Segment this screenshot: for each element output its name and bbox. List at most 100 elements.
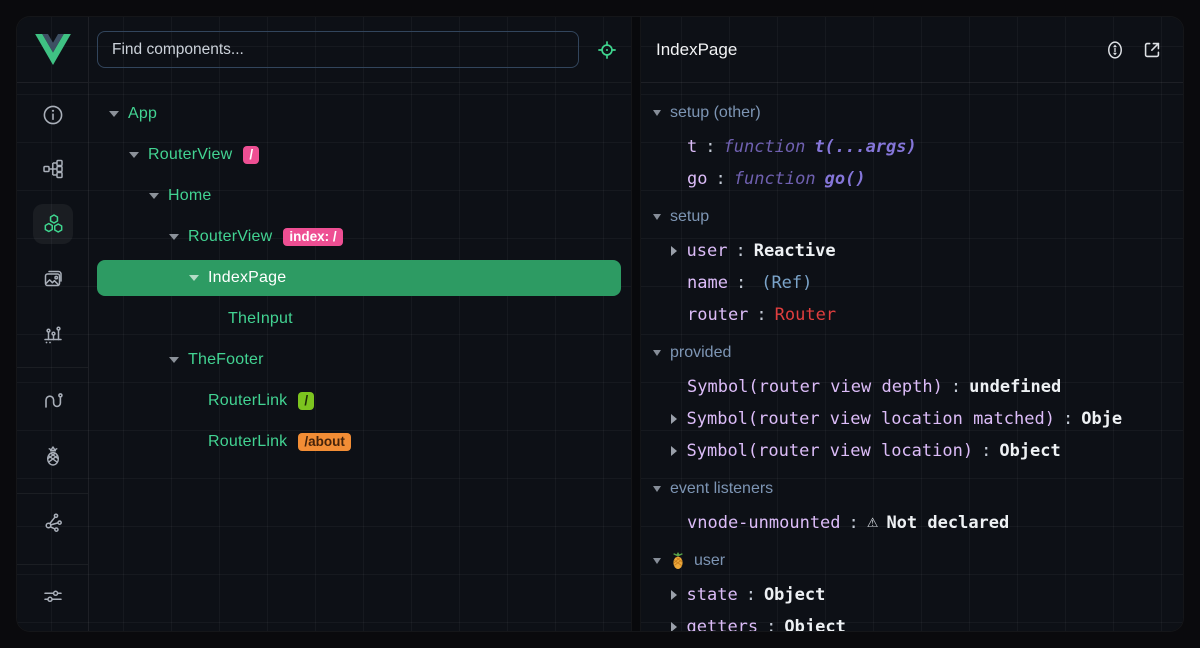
sidebar-item-info[interactable] [41, 103, 65, 127]
sidebar-item-components[interactable] [33, 204, 73, 244]
components-header [89, 17, 631, 83]
collapse-arrow-icon[interactable] [169, 234, 179, 240]
inspector-state: setup (other) t : function t(...args) go… [641, 83, 1183, 631]
collapse-arrow-icon[interactable] [653, 214, 661, 220]
prop-row-go[interactable]: go : function go() [641, 163, 1183, 195]
expand-arrow-icon[interactable] [671, 446, 677, 456]
collapse-arrow-icon[interactable] [169, 357, 179, 363]
sidebar-item-settings[interactable] [41, 584, 65, 608]
collapse-arrow-icon[interactable] [109, 111, 119, 117]
prop-key: vnode-unmounted [687, 513, 841, 533]
section-provided: provided Symbol(router view depth) : und… [641, 335, 1183, 467]
components-panel: App RouterView / Home RouterView index: … [89, 17, 631, 631]
prop-row-router-view-location[interactable]: Symbol(router view location) : Object [641, 435, 1183, 467]
sidebar-item-assets[interactable] [41, 267, 65, 291]
warning-icon: ⚠ [867, 516, 879, 531]
locate-component-button[interactable] [596, 39, 618, 61]
assets-icon [41, 267, 65, 291]
collapse-arrow-icon[interactable] [189, 275, 199, 281]
prop-key: router [687, 305, 748, 325]
tree-row-home[interactable]: Home [97, 178, 621, 214]
target-icon [596, 39, 618, 61]
panel-divider[interactable] [631, 17, 641, 631]
open-in-editor-button[interactable] [1141, 39, 1163, 61]
prop-row-router[interactable]: router : Router [641, 299, 1183, 331]
collapse-arrow-icon[interactable] [653, 110, 661, 116]
colon: : [746, 585, 756, 605]
expand-arrow-icon[interactable] [671, 246, 677, 256]
router-icon [41, 389, 65, 413]
sidebar [17, 17, 89, 631]
prop-value: (Ref) [761, 273, 812, 293]
info-icon [41, 103, 65, 127]
vue-logo [35, 34, 71, 65]
sidebar-item-inspector-timeline[interactable] [41, 322, 65, 346]
tree-row-indexpage-selected[interactable]: IndexPage [97, 260, 621, 296]
sidebar-item-router[interactable] [41, 389, 65, 413]
prop-row-t[interactable]: t : function t(...args) [641, 131, 1183, 163]
settings-icon [41, 584, 65, 608]
pineapple-icon [670, 552, 686, 570]
section-header[interactable]: setup (other) [641, 95, 1183, 131]
prop-key: name [687, 273, 728, 293]
prop-key: getters [687, 617, 759, 631]
prop-row-name[interactable]: name : (Ref) [641, 267, 1183, 299]
section-header[interactable]: user [641, 543, 1183, 579]
collapse-arrow-icon[interactable] [653, 486, 661, 492]
colon: : [715, 169, 725, 189]
scroll-to-component-icon [1104, 39, 1126, 61]
tree-row-routerlink-about[interactable]: RouterLink /about [97, 424, 621, 460]
expand-arrow-icon[interactable] [671, 414, 677, 424]
tree-row-theinput[interactable]: TheInput [97, 301, 621, 337]
sidebar-divider [17, 564, 88, 565]
scroll-to-component-button[interactable] [1104, 39, 1126, 61]
colon: : [756, 305, 766, 325]
component-name: App [128, 105, 157, 123]
pinia-icon [41, 444, 65, 468]
section-event-listeners: event listeners vnode-unmounted : ⚠ Not … [641, 471, 1183, 539]
collapse-arrow-icon[interactable] [129, 152, 139, 158]
sidebar-item-component-hierarchy[interactable] [41, 157, 65, 181]
tree-row-routerview[interactable]: RouterView / [97, 137, 621, 173]
colon: : [736, 273, 746, 293]
prop-row-user[interactable]: user : Reactive [641, 235, 1183, 267]
section-label: user [694, 552, 725, 570]
prop-row-router-view-location-matched[interactable]: Symbol(router view location matched) : O… [641, 403, 1183, 435]
sidebar-item-graph[interactable] [41, 510, 65, 534]
prop-key: Symbol(router view location matched) [687, 409, 1055, 429]
tree-row-thefooter[interactable]: TheFooter [97, 342, 621, 378]
sidebar-divider [17, 367, 88, 368]
colon: : [951, 377, 961, 397]
collapse-arrow-icon[interactable] [653, 350, 661, 356]
section-header[interactable]: provided [641, 335, 1183, 371]
graph-icon [41, 510, 65, 534]
colon: : [735, 241, 745, 261]
prop-row-getters[interactable]: getters : Object [641, 611, 1183, 631]
section-header[interactable]: setup [641, 199, 1183, 235]
prop-key: Symbol(router view depth) [687, 377, 943, 397]
colon: : [849, 513, 859, 533]
collapse-arrow-icon[interactable] [149, 193, 159, 199]
prop-row-vnode-unmounted[interactable]: vnode-unmounted : ⚠ Not declared [641, 507, 1183, 539]
section-header[interactable]: event listeners [641, 471, 1183, 507]
components-icon [41, 212, 65, 236]
component-name: IndexPage [208, 269, 286, 287]
component-name: TheFooter [188, 351, 264, 369]
prop-key: go [687, 169, 707, 189]
tree-row-routerview-nested[interactable]: RouterView index: / [97, 219, 621, 255]
prop-key: Symbol(router view location) [687, 441, 974, 461]
tree-row-routerlink-home[interactable]: RouterLink / [97, 383, 621, 419]
component-tree: App RouterView / Home RouterView index: … [89, 83, 631, 465]
expand-arrow-icon[interactable] [671, 590, 677, 600]
prop-row-router-view-depth[interactable]: Symbol(router view depth) : undefined [641, 371, 1183, 403]
prop-row-state[interactable]: state : Object [641, 579, 1183, 611]
tree-row-app[interactable]: App [97, 96, 621, 132]
expand-arrow-icon[interactable] [671, 622, 677, 631]
prop-value: Object [999, 441, 1060, 461]
sidebar-divider [17, 493, 88, 494]
section-setup-other: setup (other) t : function t(...args) go… [641, 95, 1183, 195]
prop-value: Not declared [886, 513, 1009, 533]
sidebar-item-pinia[interactable] [41, 444, 65, 468]
search-input[interactable] [97, 31, 579, 68]
collapse-arrow-icon[interactable] [653, 558, 661, 564]
